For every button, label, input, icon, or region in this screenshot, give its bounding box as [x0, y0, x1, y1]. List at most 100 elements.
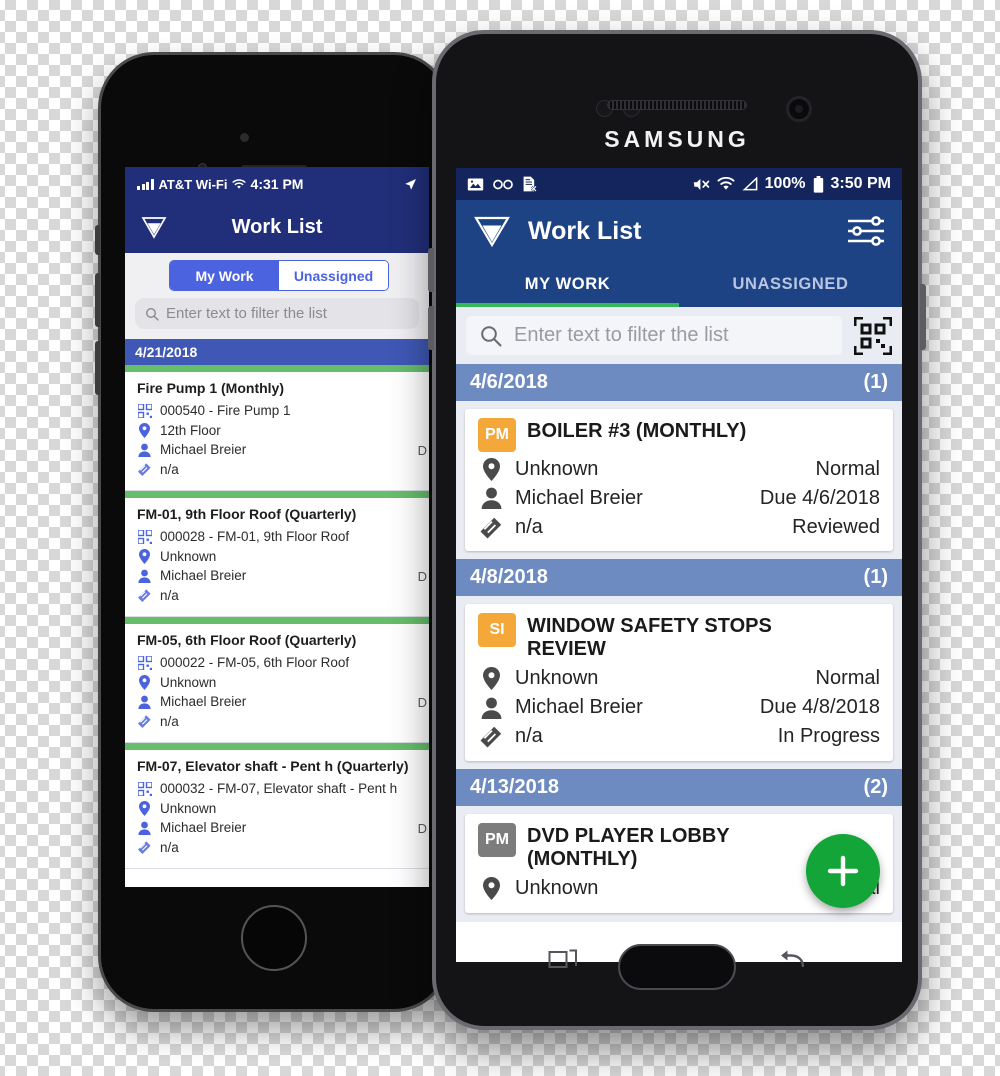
- samsung-recents-button[interactable]: [548, 947, 578, 978]
- app-logo-icon: [474, 216, 510, 248]
- tab-unassigned-label: UNASSIGNED: [732, 275, 849, 293]
- iphone-volume-down-button[interactable]: [95, 341, 100, 395]
- location-arrow-icon: [405, 178, 416, 190]
- card-location-row: Unknown Normal: [478, 456, 880, 482]
- date-group-count: (1): [863, 566, 888, 588]
- iphone-volume-up-button[interactable]: [95, 273, 100, 327]
- samsung-device: SAMSUNG 100% 3:50 PM Work List MY WORK U…: [428, 30, 926, 1030]
- card-attachment-row: n/a In Progress: [478, 724, 880, 750]
- search-icon: [145, 307, 159, 321]
- qr-code-icon: [137, 403, 152, 418]
- card-attachment: n/a: [515, 725, 543, 748]
- card-location-row: Unknown Normal: [478, 666, 880, 692]
- iphone-device: AT&T Wi-Fi 4:31 PM Work List My Work Una…: [95, 52, 453, 1012]
- tab-my-work-label: MY WORK: [524, 275, 611, 293]
- tab-my-work[interactable]: My Work: [170, 261, 279, 290]
- work-order-card[interactable]: FM-01, 9th Floor Roof (Quarterly) 000028…: [125, 491, 429, 617]
- card-title: DVD PLAYER LOBBY (MONTHLY): [527, 824, 730, 871]
- card-priority: Normal: [815, 457, 880, 480]
- samsung-power-button[interactable]: [920, 284, 926, 350]
- iphone-status-bar: AT&T Wi-Fi 4:31 PM: [125, 167, 429, 201]
- page-title: Work List: [528, 216, 642, 245]
- date-group-header: 4/6/2018 (1): [456, 364, 902, 401]
- date-group-header: 4/13/2018 (2): [456, 768, 902, 806]
- search-input[interactable]: Enter text to filter the list: [466, 316, 842, 355]
- card-location: 12th Floor: [160, 422, 221, 438]
- work-order-card[interactable]: FM-07, Elevator shaft - Pent h (Quarterl…: [125, 743, 429, 869]
- card-location: Unknown: [160, 800, 217, 816]
- samsung-volume-up-button[interactable]: [428, 248, 434, 292]
- samsung-home-button[interactable]: [618, 944, 736, 990]
- add-work-order-fab[interactable]: [806, 834, 880, 908]
- card-accent-bar: [125, 743, 429, 750]
- qr-code-icon: [137, 655, 152, 670]
- wrench-icon: [137, 588, 152, 603]
- carrier-label: AT&T Wi-Fi: [158, 176, 228, 192]
- qr-scan-icon[interactable]: [854, 316, 892, 355]
- sliders-icon[interactable]: [846, 215, 886, 247]
- work-order-card[interactable]: Fire Pump 1 (Monthly) 000540 - Fire Pump…: [125, 365, 429, 491]
- card-accent-bar: [125, 617, 429, 624]
- tab-active-underline: [456, 303, 679, 307]
- card-attachment-row: n/a: [137, 840, 417, 855]
- samsung-screen: 100% 3:50 PM Work List MY WORK UNASSIGNE…: [456, 168, 902, 962]
- person-icon: [478, 695, 504, 721]
- search-icon: [481, 325, 502, 346]
- card-title: WINDOW SAFETY STOPS REVIEW: [527, 615, 772, 661]
- samsung-volume-down-button[interactable]: [428, 306, 434, 350]
- card-location-row: Unknown: [137, 800, 417, 816]
- date-group-label: 4/8/2018: [470, 566, 548, 588]
- work-order-card[interactable]: FM-05, 6th Floor Roof (Quarterly) 000022…: [125, 617, 429, 743]
- card-assignee-row: Michael Breier Due 4/8/2018: [478, 695, 880, 721]
- card-attachment-row: n/a: [137, 462, 417, 477]
- search-placeholder: Enter text to filter the list: [166, 305, 327, 322]
- card-priority: Normal: [815, 667, 880, 690]
- tab-my-work[interactable]: MY WORK: [456, 262, 679, 307]
- tab-unassigned[interactable]: UNASSIGNED: [679, 262, 902, 307]
- back-arrow-icon: [781, 950, 805, 968]
- person-icon: [137, 820, 152, 835]
- card-attachment: n/a: [160, 587, 179, 603]
- person-icon: [137, 442, 152, 457]
- card-location: Unknown: [515, 667, 599, 690]
- card-due-date: Due 4/8/2018: [759, 696, 880, 719]
- wifi-icon: [232, 178, 247, 189]
- card-type-badge: PM: [478, 418, 516, 452]
- battery-percent: 100%: [764, 175, 806, 192]
- work-order-card[interactable]: SI WINDOW SAFETY STOPS REVIEW Unknown No…: [465, 604, 893, 761]
- card-accent-bar: [125, 365, 429, 372]
- card-due-date: Due 4/6/2018: [759, 486, 880, 509]
- card-title: FM-01, 9th Floor Roof (Quarterly): [137, 506, 357, 522]
- recents-icon: [548, 949, 577, 968]
- card-location-row: Unknown: [137, 548, 417, 564]
- samsung-back-button[interactable]: [776, 947, 806, 978]
- card-type-badge: PM: [478, 822, 516, 857]
- card-assignee-row: Michael Breier D: [137, 568, 427, 584]
- card-asset: 000540 - Fire Pump 1: [160, 403, 291, 418]
- tab-unassigned[interactable]: Unassigned: [279, 261, 388, 290]
- card-asset-row: 000028 - FM-01, 9th Floor Roof: [137, 529, 417, 544]
- card-title: FM-07, Elevator shaft - Pent h (Quarterl…: [137, 758, 409, 774]
- card-attachment-row: n/a Reviewed: [478, 514, 880, 540]
- card-attachment: n/a: [160, 461, 179, 477]
- samsung-earpiece-speaker: [607, 100, 747, 110]
- card-title: BOILER #3 (MONTHLY): [527, 420, 747, 442]
- search-placeholder: Enter text to filter the list: [514, 324, 729, 346]
- iphone-front-camera: [240, 133, 249, 142]
- battery-icon: [813, 175, 823, 193]
- document-x-icon: [523, 176, 537, 192]
- card-assignee-row: Michael Breier D: [137, 694, 427, 710]
- date-group-count: (1): [863, 371, 888, 393]
- wrench-icon: [137, 840, 152, 855]
- card-asset: 000022 - FM-05, 6th Floor Roof: [160, 655, 350, 670]
- search-input[interactable]: Enter text to filter the list: [135, 298, 419, 329]
- card-assignee: Michael Breier: [515, 696, 643, 719]
- card-title: FM-05, 6th Floor Roof (Quarterly): [137, 632, 357, 648]
- iphone-segmented-control[interactable]: My Work Unassigned: [169, 260, 389, 291]
- card-asset-row: 000032 - FM-07, Elevator shaft - Pent h: [137, 781, 417, 796]
- iphone-mute-switch[interactable]: [95, 225, 100, 255]
- work-order-card[interactable]: PM BOILER #3 (MONTHLY) Unknown Normal Mi…: [465, 409, 893, 551]
- iphone-segmented-control-wrap: My Work Unassigned: [125, 253, 429, 298]
- iphone-home-button[interactable]: [241, 905, 307, 971]
- mute-icon: [693, 178, 709, 190]
